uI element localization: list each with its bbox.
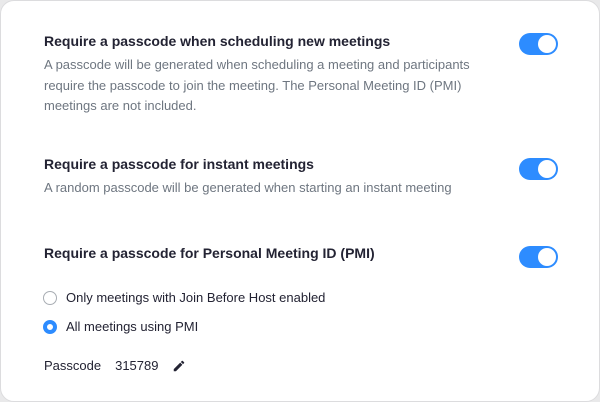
- toggle-knob: [538, 248, 556, 266]
- setting-description: A passcode will be generated when schedu…: [44, 57, 470, 113]
- radio-label: Only meetings with Join Before Host enab…: [66, 290, 326, 305]
- setting-title: Require a passcode for Personal Meeting …: [44, 245, 375, 261]
- setting-instant-meetings: Require a passcode for instant meetings …: [44, 155, 489, 199]
- setting-description: A random passcode will be generated when…: [44, 180, 452, 195]
- radio-option-all-pmi[interactable]: All meetings using PMI: [43, 319, 198, 334]
- radio-button-checked[interactable]: [43, 319, 57, 334]
- pencil-icon[interactable]: [172, 359, 186, 373]
- toggle-knob: [538, 160, 556, 178]
- toggle-scheduled-meetings[interactable]: [519, 33, 558, 55]
- setting-title: Require a passcode for instant meetings: [44, 156, 314, 172]
- radio-option-join-before-host[interactable]: Only meetings with Join Before Host enab…: [43, 290, 325, 305]
- radio-label: All meetings using PMI: [66, 319, 199, 334]
- toggle-instant-meetings[interactable]: [519, 158, 558, 180]
- passcode-value: 315789: [115, 358, 159, 373]
- passcode-label: Passcode: [44, 358, 102, 373]
- toggle-knob: [538, 35, 556, 53]
- toggle-pmi[interactable]: [519, 246, 558, 268]
- radio-button-unchecked[interactable]: [43, 290, 57, 305]
- setting-pmi: Require a passcode for Personal Meeting …: [44, 244, 489, 262]
- passcode-settings-card: Require a passcode when scheduling new m…: [0, 0, 600, 402]
- setting-title: Require a passcode when scheduling new m…: [44, 33, 391, 49]
- passcode-row: Passcode 315789: [44, 358, 186, 373]
- setting-scheduled-meetings: Require a passcode when scheduling new m…: [44, 32, 489, 117]
